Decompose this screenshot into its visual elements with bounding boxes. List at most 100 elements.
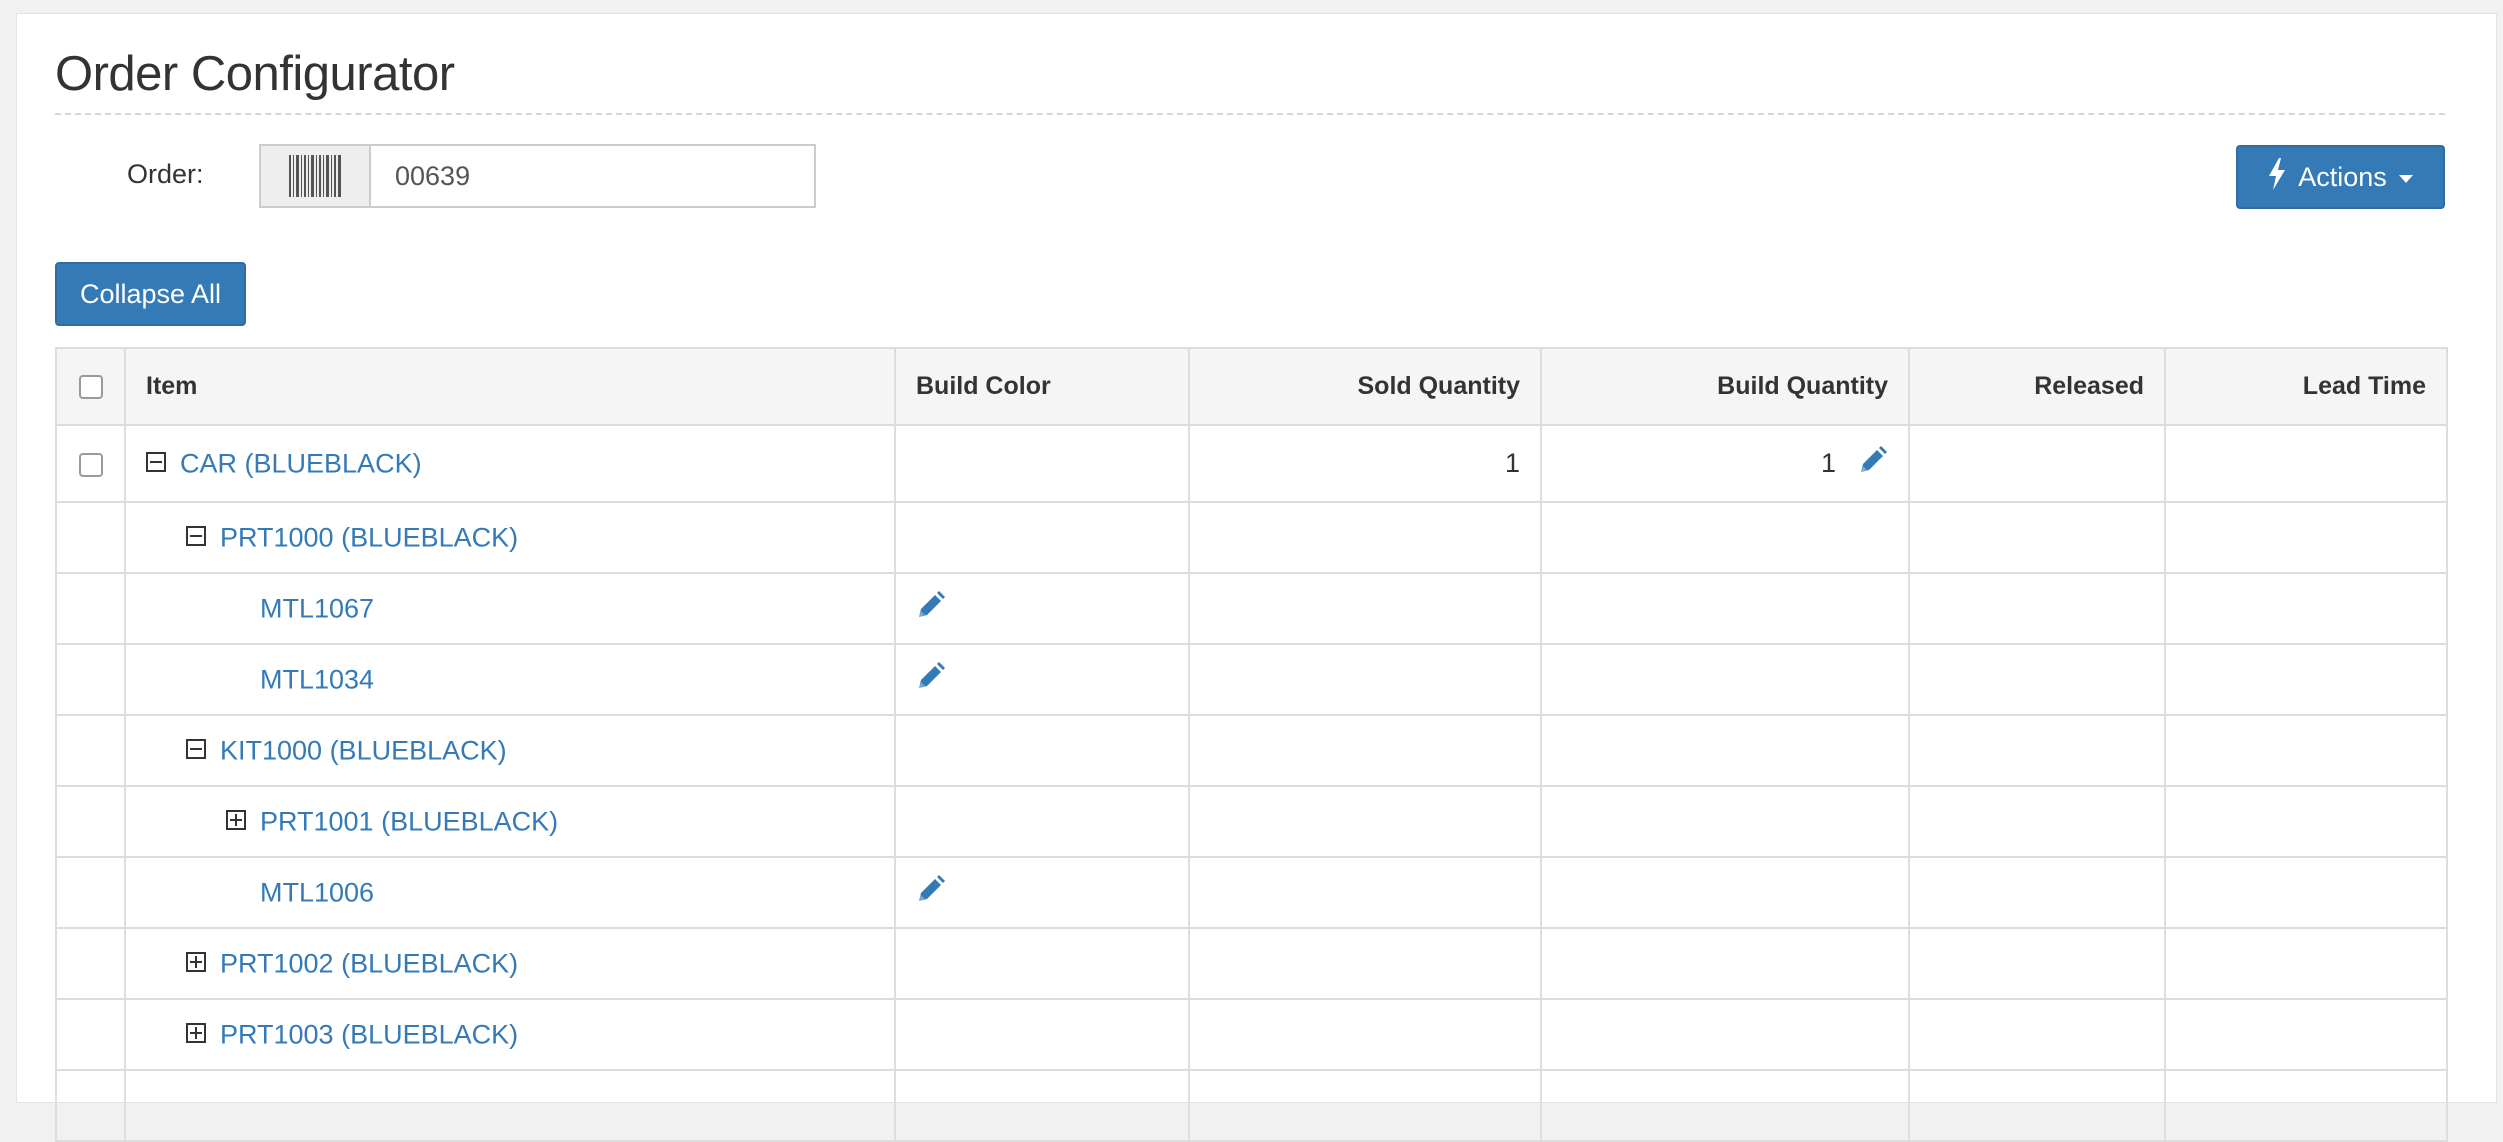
plus-square-icon[interactable] (226, 810, 246, 831)
item-link[interactable]: MTL1034 (260, 665, 374, 695)
build-color-cell (894, 785, 1190, 858)
plus-square-icon[interactable] (186, 952, 206, 973)
minus-square-icon[interactable] (146, 452, 166, 473)
released-cell (1908, 785, 2166, 858)
row-select-cell (55, 785, 126, 858)
table-row[interactable]: MTL1067 (55, 572, 2448, 645)
page-title: Order Configurator (55, 47, 455, 101)
item-cell: MTL1034 (124, 643, 896, 716)
row-select-cell (55, 998, 126, 1071)
build-quantity-cell (1540, 1069, 1910, 1142)
row-select-cell (55, 1069, 126, 1142)
column-header-build-color[interactable]: Build Color (894, 347, 1190, 426)
table-row[interactable]: PRT1000 (BLUEBLACK) (55, 501, 2448, 574)
row-select-cell (55, 572, 126, 645)
column-header-sold-quantity[interactable]: Sold Quantity (1188, 347, 1542, 426)
build-quantity-cell (1540, 998, 1910, 1071)
item-cell: PRT1000 (BLUEBLACK) (124, 501, 896, 574)
order-tree-table: Item Build Color Sold Quantity Build Qua… (55, 347, 2448, 1142)
select-all-column (55, 347, 126, 426)
sold-quantity-cell (1188, 714, 1542, 787)
select-all-checkbox[interactable] (78, 375, 103, 400)
released-cell (1908, 501, 2166, 574)
pencil-icon[interactable] (1858, 445, 1888, 482)
lead-time-cell (2164, 643, 2448, 716)
released-cell (1908, 643, 2166, 716)
build-quantity-cell (1540, 572, 1910, 645)
lead-time-cell (2164, 856, 2448, 929)
table-row[interactable]: MTL1034 (55, 643, 2448, 716)
build-quantity-value: 1 (1820, 448, 1836, 478)
actions-button-label: Actions (2298, 161, 2387, 192)
build-color-cell (894, 856, 1190, 929)
released-cell (1908, 927, 2166, 1000)
pencil-icon[interactable] (916, 591, 946, 626)
actions-button[interactable]: Actions (2236, 145, 2445, 209)
item-link[interactable]: PRT1000 (BLUEBLACK) (220, 523, 518, 553)
table-row[interactable]: PRT1001 (BLUEBLACK) (55, 785, 2448, 858)
item-cell (124, 1069, 896, 1142)
item-link[interactable]: KIT1000 (BLUEBLACK) (220, 736, 507, 766)
item-link[interactable]: PRT1003 (BLUEBLACK) (220, 1020, 518, 1050)
table-row[interactable]: PRT1003 (BLUEBLACK) (55, 998, 2448, 1071)
sold-quantity-cell (1188, 856, 1542, 929)
released-cell (1908, 1069, 2166, 1142)
row-checkbox[interactable] (78, 452, 103, 477)
build-quantity-cell (1540, 785, 1910, 858)
minus-square-icon[interactable] (186, 739, 206, 760)
build-color-cell (894, 1069, 1190, 1142)
table-row[interactable]: PRT1002 (BLUEBLACK) (55, 927, 2448, 1000)
row-select-cell (55, 856, 126, 929)
order-number-input[interactable] (369, 144, 816, 208)
sold-quantity-cell (1188, 572, 1542, 645)
table-row[interactable] (55, 1069, 2448, 1142)
minus-square-icon[interactable] (186, 526, 206, 547)
item-link[interactable]: PRT1002 (BLUEBLACK) (220, 949, 518, 979)
sold-quantity-cell (1188, 501, 1542, 574)
lead-time-cell (2164, 714, 2448, 787)
sold-quantity-cell (1188, 1069, 1542, 1142)
table-row[interactable]: MTL1006 (55, 856, 2448, 929)
row-select-cell (55, 643, 126, 716)
bolt-icon (2268, 157, 2286, 197)
plus-square-icon[interactable] (186, 1023, 206, 1044)
barcode-icon[interactable] (259, 144, 369, 208)
item-link[interactable]: PRT1001 (BLUEBLACK) (260, 807, 558, 837)
pencil-icon[interactable] (916, 662, 946, 697)
item-cell: MTL1067 (124, 572, 896, 645)
sold-quantity-cell (1188, 643, 1542, 716)
item-cell: PRT1002 (BLUEBLACK) (124, 927, 896, 1000)
build-color-cell (894, 501, 1190, 574)
build-color-cell (894, 424, 1190, 503)
build-quantity-cell: 1 (1540, 424, 1910, 503)
released-cell (1908, 424, 2166, 503)
build-quantity-cell (1540, 927, 1910, 1000)
table-body: CAR (BLUEBLACK) 1 1 PRT1000 (BLUEBLACK) MTL1… (55, 424, 2448, 1142)
column-header-lead-time[interactable]: Lead Time (2164, 347, 2448, 426)
item-link[interactable]: MTL1067 (260, 594, 374, 624)
table-row[interactable]: CAR (BLUEBLACK) 1 1 (55, 424, 2448, 503)
collapse-all-button[interactable]: Collapse All (55, 262, 246, 326)
released-cell (1908, 998, 2166, 1071)
build-color-cell (894, 572, 1190, 645)
released-cell (1908, 572, 2166, 645)
column-header-item[interactable]: Item (124, 347, 896, 426)
lead-time-cell (2164, 424, 2448, 503)
lead-time-cell (2164, 998, 2448, 1071)
build-color-cell (894, 998, 1190, 1071)
lead-time-cell (2164, 1069, 2448, 1142)
item-cell: MTL1006 (124, 856, 896, 929)
item-link[interactable]: CAR (BLUEBLACK) (180, 449, 422, 479)
table-row[interactable]: KIT1000 (BLUEBLACK) (55, 714, 2448, 787)
caret-down-icon (2398, 174, 2413, 183)
column-header-build-quantity[interactable]: Build Quantity (1540, 347, 1910, 426)
table-header-row: Item Build Color Sold Quantity Build Qua… (55, 347, 2448, 426)
released-cell (1908, 856, 2166, 929)
lead-time-cell (2164, 785, 2448, 858)
row-select-cell (55, 424, 126, 503)
column-header-released[interactable]: Released (1908, 347, 2166, 426)
sold-quantity-cell: 1 (1188, 424, 1542, 503)
item-link[interactable]: MTL1006 (260, 878, 374, 908)
row-select-cell (55, 714, 126, 787)
pencil-icon[interactable] (916, 875, 946, 910)
